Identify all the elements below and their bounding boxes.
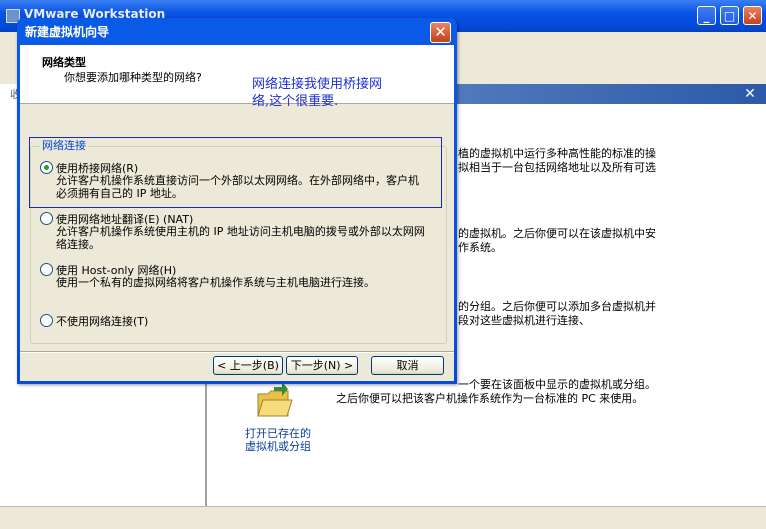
radio-icon[interactable]	[40, 212, 53, 225]
open-existing-vm-link[interactable]: 打开已存在的 虚拟机或分组	[238, 427, 318, 453]
wizard-header: 网络类型 你想要添加哪种类型的网络? 网络连接我使用桥接网 络,这个很重要.	[20, 45, 454, 109]
divider	[20, 351, 454, 353]
wizard-step-title: 网络类型	[42, 56, 86, 69]
bg-panel-text: 作系统。	[458, 241, 502, 254]
back-button[interactable]: < 上一步(B)	[213, 356, 283, 375]
close-icon[interactable]: ✕	[743, 6, 762, 25]
dialog-title: 新建虚拟机向导	[25, 25, 110, 39]
minimize-icon[interactable]: _	[697, 6, 716, 25]
dialog-body: 网络类型 你想要添加哪种类型的网络? 网络连接我使用桥接网 络,这个很重要. 网…	[20, 45, 454, 381]
radio-icon[interactable]	[40, 314, 53, 327]
bg-panel-text: 的分组。之后你便可以添加多台虚拟机并	[458, 300, 656, 313]
bg-open-existing-desc: 一个要在该面板中显示的虚拟机或分组。	[458, 378, 656, 391]
close-icon[interactable]: ✕	[430, 22, 451, 43]
bg-status-bar	[0, 506, 766, 529]
option-desc: 使用一个私有的虚拟网络将客户机操作系统与主机电脑进行连接。	[56, 276, 375, 289]
bg-open-existing-desc: 之后你便可以把该客户机操作系统作为一台标准的 PC 来使用。	[336, 392, 644, 405]
new-vm-wizard-dialog: 新建虚拟机向导 ✕ 网络类型 你想要添加哪种类型的网络? 网络连接我使用桥接网 …	[17, 18, 457, 384]
handwritten-annotation: 网络连接我使用桥接网 络,这个很重要.	[252, 77, 383, 109]
bg-panel-text: 段对这些虚拟机进行连接、	[458, 314, 590, 327]
bg-panel-text: 植的虚拟机中运行多种高性能的标准的操	[458, 147, 656, 160]
maximize-icon[interactable]: □	[720, 6, 739, 25]
next-button[interactable]: 下一步(N) >	[286, 356, 358, 375]
wizard-step-subtitle: 你想要添加哪种类型的网络?	[64, 71, 202, 84]
option-desc: 允许客户机操作系统直接访问一个外部以太网网络。在外部网络中，客户机必须拥有自己的…	[56, 174, 419, 200]
bg-panel-text: 的虚拟机。之后你便可以在该虚拟机中安	[458, 227, 656, 240]
radio-selected-icon[interactable]	[40, 161, 53, 174]
bg-panel-text: 拟相当于一台包括网络地址以及所有可选	[458, 161, 656, 174]
open-existing-label-line: 打开已存在的	[245, 427, 311, 440]
radio-icon[interactable]	[40, 263, 53, 276]
option-desc: 允许客户机操作系统使用主机的 IP 地址访问主机电脑的拨号或外部以太网网络连接。	[56, 225, 425, 251]
cancel-button[interactable]: 取消	[371, 356, 444, 375]
option-label[interactable]: 不使用网络连接(T)	[56, 313, 148, 329]
folder-icon[interactable]	[254, 382, 294, 422]
open-existing-label-line: 虚拟机或分组	[245, 440, 311, 453]
close-icon[interactable]: ✕	[742, 84, 758, 104]
